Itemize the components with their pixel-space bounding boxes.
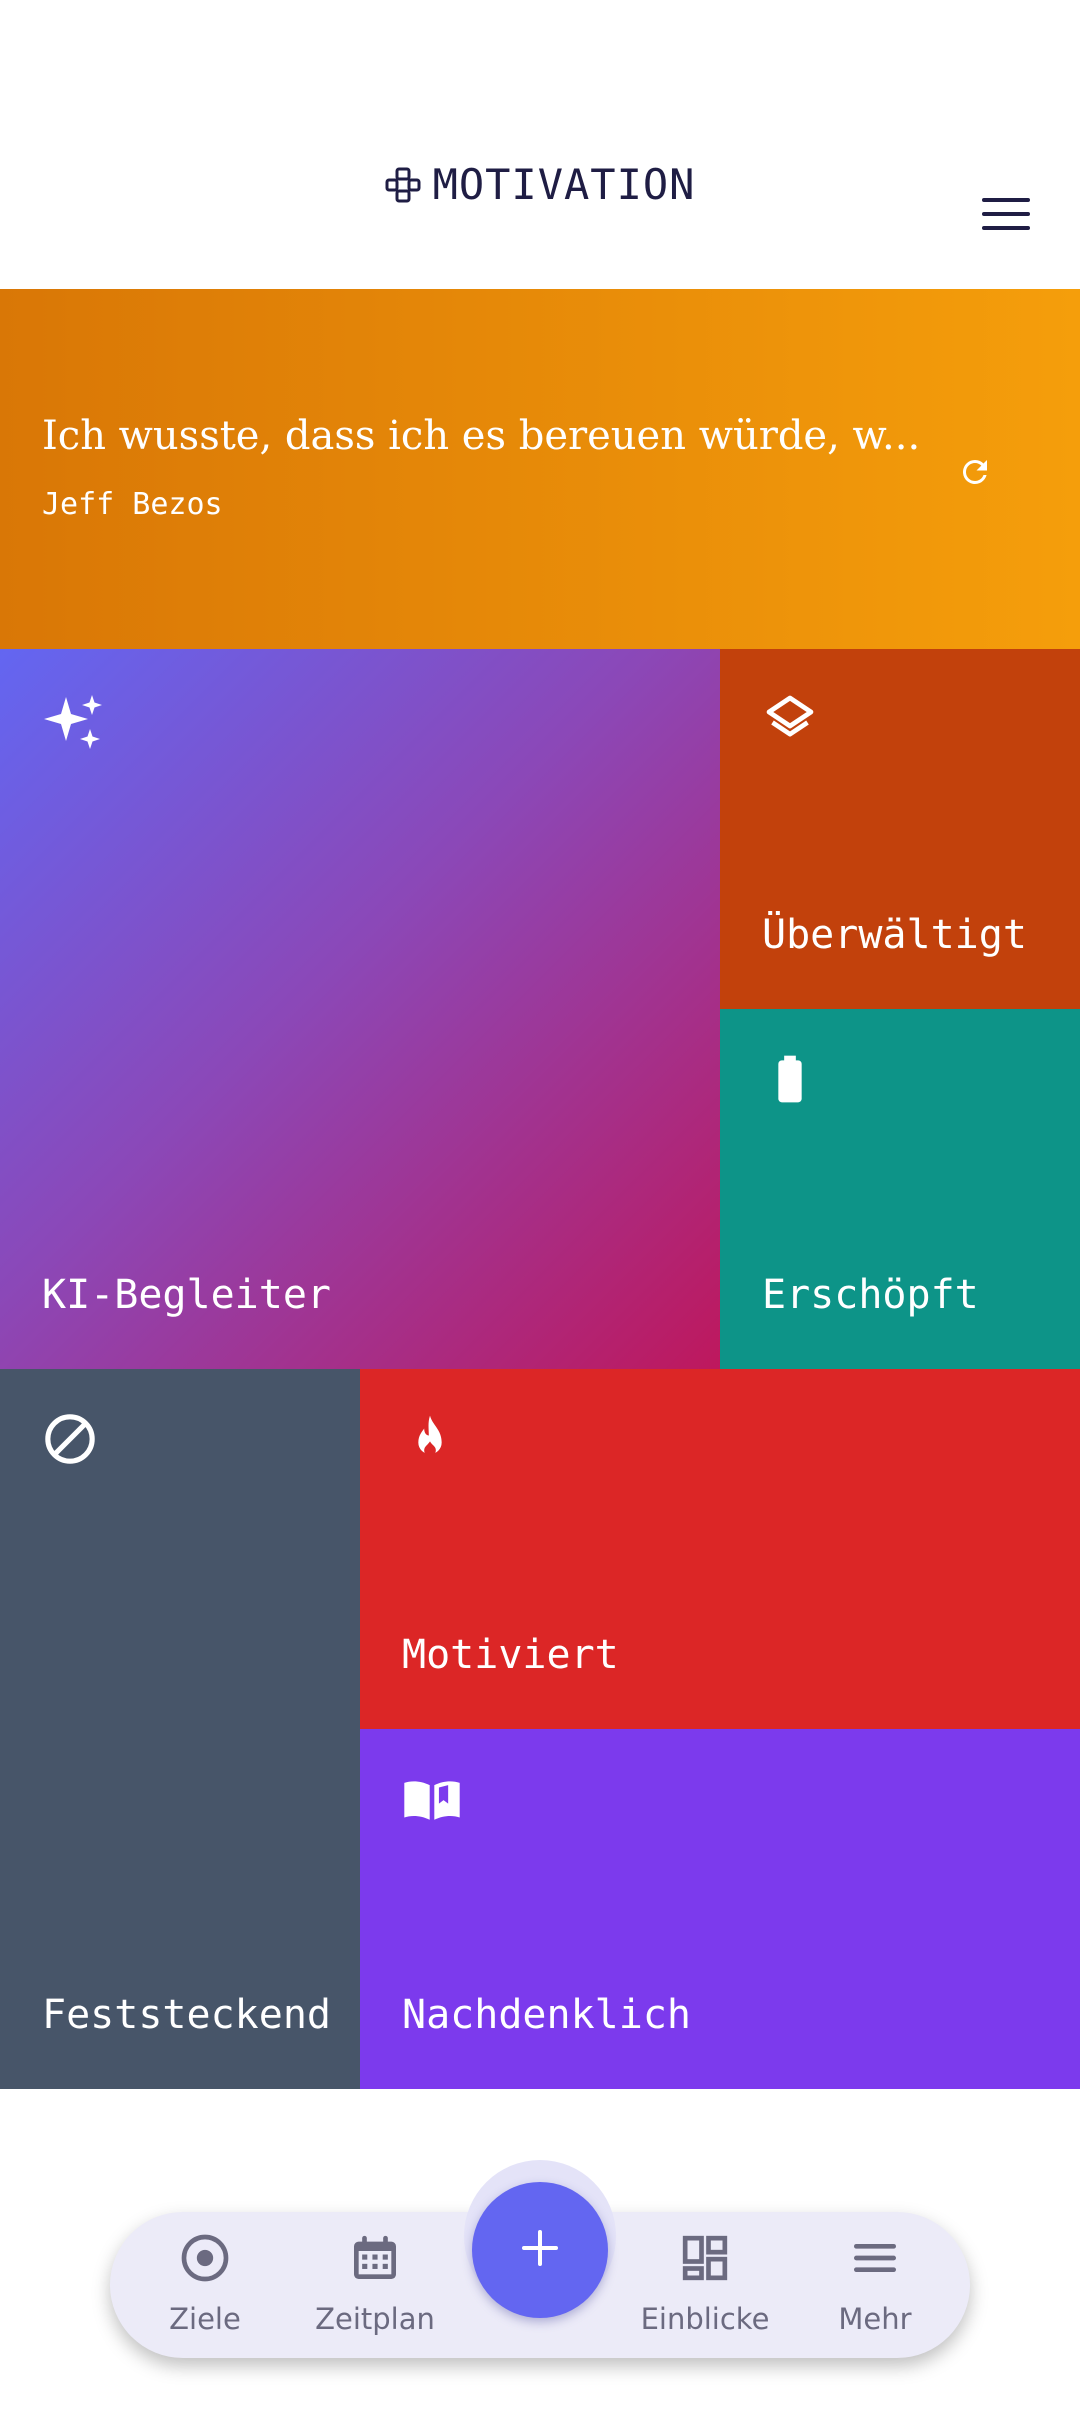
target-icon (177, 2230, 233, 2286)
tile-nachdenklich[interactable]: Nachdenklich (360, 1729, 1080, 2089)
tile-label: Nachdenklich (402, 1992, 691, 2038)
tile-motiviert[interactable]: Motiviert (360, 1369, 1080, 1729)
hamburger-menu-button[interactable] (976, 192, 1036, 240)
hamburger-menu-icon (982, 196, 1030, 236)
nav-item-einblicke[interactable]: Einblicke (620, 2212, 790, 2358)
nav-item-mehr[interactable]: Mehr (790, 2212, 960, 2358)
nav-item-zeitplan[interactable]: Zeitplan (290, 2212, 460, 2358)
layers-icon (762, 691, 818, 747)
tile-feststeckend[interactable]: Feststeckend (0, 1369, 360, 2089)
tile-ueberwaeltigt[interactable]: Überwältigt (720, 649, 1080, 1009)
add-button[interactable] (472, 2182, 608, 2318)
tile-ki-begleiter[interactable]: KI-Begleiter (0, 649, 720, 1369)
tile-erschoepft[interactable]: Erschöpft (720, 1009, 1080, 1369)
flame-icon (402, 1411, 458, 1467)
open-book-icon (402, 1771, 462, 1827)
tile-label: KI-Begleiter (42, 1272, 331, 1318)
nav-label: Mehr (838, 2302, 912, 2336)
refresh-icon (957, 454, 993, 494)
app-title: MOTIVATION (432, 160, 696, 209)
plus-icon (518, 2226, 562, 2274)
tile-label: Erschöpft (762, 1272, 979, 1318)
quote-author: Jeff Bezos (42, 487, 223, 522)
tile-label: Feststeckend (42, 1992, 331, 2038)
brand: MOTIVATION (0, 160, 1080, 209)
sparkles-icon (42, 691, 106, 755)
menu-icon (847, 2230, 903, 2286)
quote-card[interactable]: Ich wusste, dass ich es bereuen würde, w… (0, 289, 1080, 649)
calendar-icon (347, 2230, 403, 2286)
nav-item-ziele[interactable]: Ziele (120, 2212, 290, 2358)
app-header: MOTIVATION (0, 0, 1080, 289)
gamepad-icon (385, 167, 421, 203)
tile-label: Motiviert (402, 1632, 619, 1678)
nav-label: Einblicke (640, 2302, 770, 2336)
tile-label: Überwältigt (762, 912, 1027, 958)
quote-text: Ich wusste, dass ich es bereuen würde, w… (42, 413, 921, 459)
dashboard-icon (677, 2230, 733, 2286)
nav-label: Zeitplan (315, 2302, 435, 2336)
nav-label: Ziele (169, 2302, 241, 2336)
battery-icon (762, 1051, 818, 1107)
refresh-quote-button[interactable] (950, 449, 1000, 499)
blocked-icon (42, 1411, 98, 1467)
